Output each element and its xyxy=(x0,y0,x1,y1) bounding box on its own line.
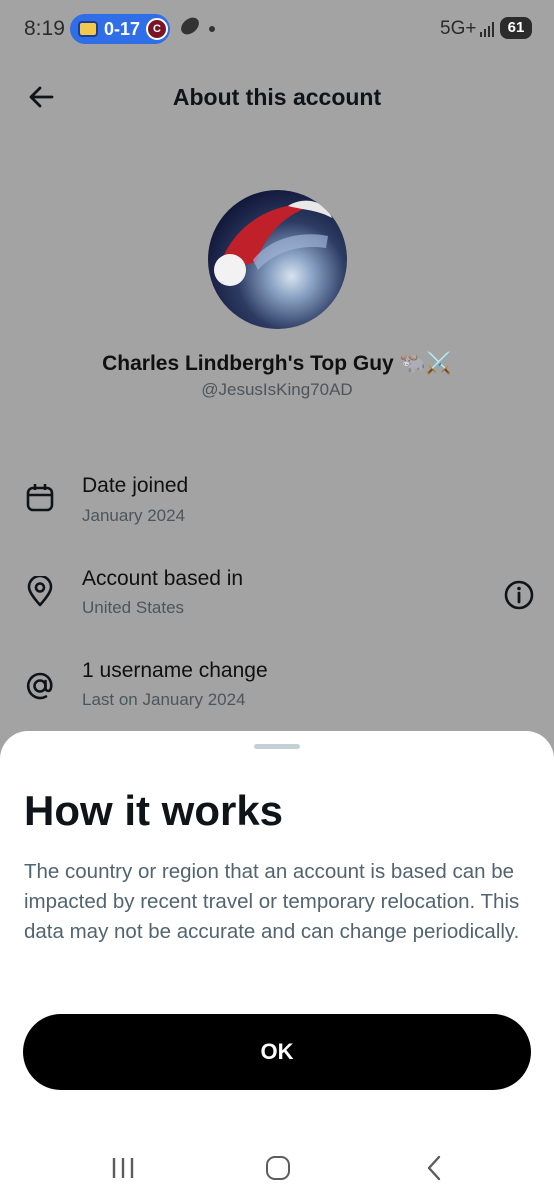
info-row-account-based-in: Account based in United States xyxy=(0,563,554,633)
home-icon[interactable] xyxy=(266,1156,290,1180)
how-it-works-sheet: How it works The country or region that … xyxy=(0,731,554,1200)
ok-button[interactable]: OK xyxy=(23,1014,531,1090)
status-bar: 8:19 0-17 C 5G+ 61 xyxy=(0,0,554,58)
row-title: 1 username change xyxy=(82,659,268,682)
sheet-title: How it works xyxy=(24,787,284,834)
info-row-date-joined: Date joined January 2024 xyxy=(0,470,554,540)
row-subtitle: January 2024 xyxy=(82,506,186,525)
row-subtitle: Last on January 2024 xyxy=(82,690,246,709)
status-time: 8:19 xyxy=(24,17,65,40)
notification-dot-icon xyxy=(209,26,215,32)
avatar[interactable] xyxy=(208,190,347,329)
sheet-body-text: The country or region that an account is… xyxy=(24,860,520,943)
nav-back-icon[interactable] xyxy=(424,1155,444,1181)
location-pin-icon xyxy=(27,576,53,607)
row-title: Date joined xyxy=(82,474,189,497)
account-handle: @JesusIsKing70AD xyxy=(201,380,353,399)
live-score-pill[interactable]: 0-17 C xyxy=(70,14,170,44)
sheet-drag-handle[interactable] xyxy=(254,744,300,749)
info-row-username-change: 1 username change Last on January 2024 xyxy=(0,656,554,726)
network-type: 5G+ xyxy=(440,18,477,39)
display-name: Charles Lindbergh's Top Guy 🐃⚔️ xyxy=(102,352,452,375)
battery-indicator: 61 xyxy=(500,17,532,39)
team-logo-icon: C xyxy=(146,18,169,40)
recent-apps-icon[interactable] xyxy=(110,1157,136,1179)
score-text: 0-17 xyxy=(104,18,141,39)
at-sign-icon xyxy=(26,672,53,700)
team-logo-icon xyxy=(78,21,98,37)
signal-strength-icon xyxy=(480,22,494,37)
calendar-icon xyxy=(26,484,54,512)
system-nav-bar xyxy=(0,1140,554,1200)
info-icon[interactable] xyxy=(503,579,535,611)
page-title: About this account xyxy=(172,84,382,110)
row-subtitle: United States xyxy=(82,598,185,617)
santa-hat-icon xyxy=(214,200,332,286)
row-title: Account based in xyxy=(82,567,244,590)
football-icon xyxy=(177,14,203,38)
